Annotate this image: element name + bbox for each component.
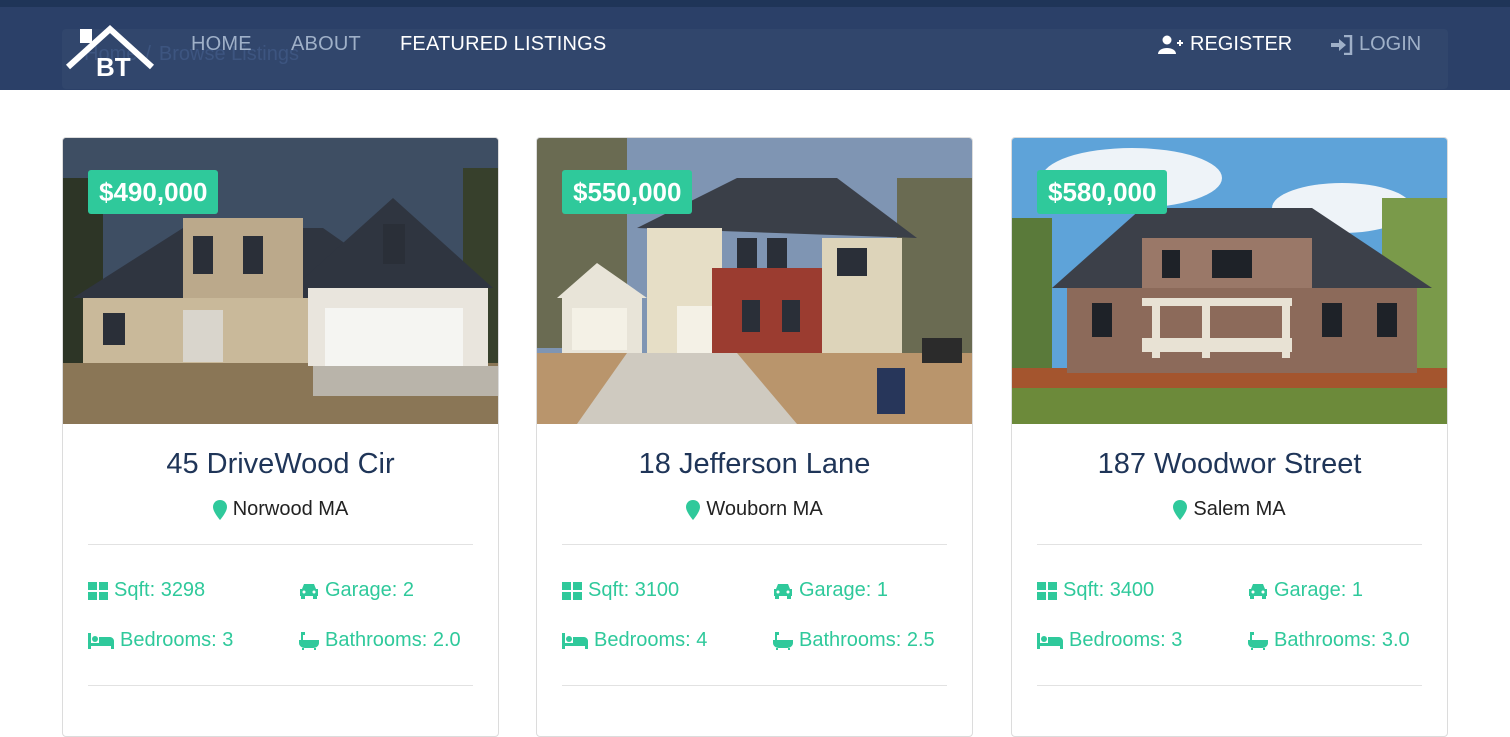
grid-icon: [562, 581, 582, 600]
garage-text: Garage: 1: [1274, 579, 1363, 601]
listing-card[interactable]: $490,000 45 DriveWood Cir Norwood MA Sqf…: [62, 137, 499, 737]
sign-in-icon: [1331, 34, 1353, 55]
price-badge: $490,000: [88, 170, 219, 214]
sqft-feature: Sqft: 3100: [562, 579, 679, 602]
bathrooms-text: Bathrooms: 2.0: [325, 629, 461, 651]
listing-title[interactable]: 45 DriveWood Cir: [63, 448, 498, 481]
bedrooms-feature: Bedrooms: 4: [562, 629, 707, 652]
map-marker-icon: [686, 499, 701, 520]
bedrooms-feature: Bedrooms: 3: [88, 629, 233, 652]
user-plus-icon: [1158, 35, 1183, 54]
bedrooms-text: Bedrooms: 4: [594, 629, 708, 651]
bedrooms-feature: Bedrooms: 3: [1037, 629, 1182, 652]
garage-feature: Garage: 1: [773, 579, 888, 602]
bath-icon: [1248, 631, 1268, 650]
location-text: Wouborn MA: [706, 498, 823, 520]
garage-feature: Garage: 2: [299, 579, 414, 602]
bath-icon: [299, 631, 319, 650]
bathrooms-text: Bathrooms: 3.0: [1274, 629, 1410, 651]
sqft-feature: Sqft: 3400: [1037, 579, 1154, 602]
listing-title[interactable]: 187 Woodwor Street: [1012, 448, 1447, 481]
sqft-text: Sqft: 3100: [588, 579, 680, 601]
bedrooms-text: Bedrooms: 3: [1069, 629, 1183, 651]
bath-icon: [773, 631, 793, 650]
garage-text: Garage: 1: [799, 579, 888, 601]
divider: [562, 685, 947, 686]
price-badge: $550,000: [562, 170, 693, 214]
sqft-text: Sqft: 3400: [1063, 579, 1155, 601]
bedrooms-text: Bedrooms: 3: [120, 629, 234, 651]
nav-about[interactable]: ABOUT: [291, 33, 361, 56]
divider: [1037, 685, 1422, 686]
grid-icon: [1037, 581, 1057, 600]
location-text: Salem MA: [1193, 498, 1286, 520]
car-icon: [300, 583, 318, 599]
divider: [562, 544, 947, 545]
map-marker-icon: [212, 499, 227, 520]
location-text: Norwood MA: [232, 498, 349, 520]
sqft-feature: Sqft: 3298: [88, 579, 205, 602]
listing-location: Salem MA: [1012, 498, 1447, 521]
car-icon: [774, 583, 792, 599]
listing-title[interactable]: 18 Jefferson Lane: [537, 448, 972, 481]
bathrooms-feature: Bathrooms: 3.0: [1248, 629, 1410, 652]
garage-feature: Garage: 1: [1248, 579, 1363, 602]
sqft-text: Sqft: 3298: [114, 579, 206, 601]
listing-card[interactable]: $550,000 18 Jefferson Lane Wouborn MA Sq…: [536, 137, 973, 737]
logo-text: BT: [96, 52, 131, 81]
register-label: REGISTER: [1190, 33, 1293, 55]
car-icon: [1249, 583, 1267, 599]
register-link[interactable]: REGISTER: [1158, 33, 1292, 56]
logo-house-icon[interactable]: BT: [64, 21, 156, 81]
listing-card[interactable]: $580,000 187 Woodwor Street Salem MA Sqf…: [1011, 137, 1448, 737]
map-marker-icon: [1173, 499, 1188, 520]
nav-featured-listings[interactable]: FEATURED LISTINGS: [400, 33, 606, 56]
nav-home[interactable]: HOME: [191, 33, 252, 56]
login-link[interactable]: LOGIN: [1331, 33, 1421, 56]
bathrooms-text: Bathrooms: 2.5: [799, 629, 935, 651]
bathrooms-feature: Bathrooms: 2.0: [299, 629, 461, 652]
divider: [1037, 544, 1422, 545]
bed-icon: [562, 632, 588, 649]
price-badge: $580,000: [1037, 170, 1168, 214]
top-strip: [0, 0, 1510, 7]
grid-icon: [88, 581, 108, 600]
navbar: Home / Browse Listings BT HOME ABOUT FEATU…: [0, 7, 1510, 90]
bathrooms-feature: Bathrooms: 2.5: [773, 629, 935, 652]
listing-location: Wouborn MA: [537, 498, 972, 521]
divider: [88, 685, 473, 686]
listing-location: Norwood MA: [63, 498, 498, 521]
bed-icon: [88, 632, 114, 649]
garage-text: Garage: 2: [325, 579, 414, 601]
login-label: LOGIN: [1359, 33, 1422, 55]
bed-icon: [1037, 632, 1063, 649]
divider: [88, 544, 473, 545]
